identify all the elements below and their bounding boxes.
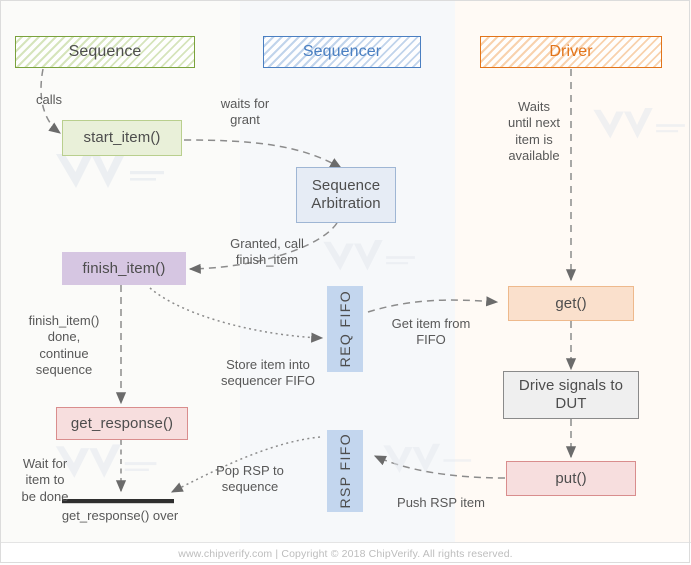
edge-label-calls: calls — [36, 92, 63, 107]
column-header-sequence-label: Sequence — [68, 42, 142, 60]
footer-text: www.chipverify.com | Copyright © 2018 Ch… — [178, 548, 513, 560]
node-rsp-fifo[interactable]: RSP FIFO — [327, 430, 363, 512]
node-sequence-arbitration-label: Sequence Arbitration — [311, 177, 381, 212]
edge-label-pop-rsp: Pop RSP to sequence — [216, 463, 284, 495]
node-put[interactable]: put() — [506, 461, 636, 496]
column-header-sequencer-label: Sequencer — [302, 42, 382, 60]
node-get-label: get() — [555, 294, 587, 312]
edge-label-get-item: Get item from FIFO — [391, 316, 471, 348]
column-header-driver: Driver — [480, 36, 662, 68]
node-get-response-label: get_response() — [70, 414, 174, 432]
edge-label-finish-done: finish_item() done, continue sequence — [28, 313, 100, 377]
edge-start-item-to-arbitration — [183, 139, 343, 169]
diagram-canvas: Sequence Sequencer Driver start_item() S… — [0, 0, 691, 565]
footer: www.chipverify.com | Copyright © 2018 Ch… — [0, 542, 691, 565]
node-finish-item-label: finish_item() — [82, 259, 166, 277]
edge-label-store-item: Store item into sequencer FIFO — [221, 357, 315, 389]
column-header-sequence: Sequence — [15, 36, 195, 68]
node-start-item-label: start_item() — [83, 129, 161, 147]
node-finish-item[interactable]: finish_item() — [62, 252, 186, 285]
node-rsp-fifo-label: RSP FIFO — [336, 433, 353, 509]
edge-label-waits-until: Waits until next item is available — [507, 99, 561, 163]
edge-put-to-rsp-fifo — [373, 455, 506, 479]
node-start-item[interactable]: start_item() — [62, 120, 182, 156]
edge-finish-item-to-req-fifo — [149, 287, 324, 343]
node-get-response[interactable]: get_response() — [56, 407, 188, 440]
edge-label-waits-for-grant: waits for grant — [220, 96, 270, 128]
edge-label-get-response-over: get_response() over — [61, 508, 179, 523]
edge-label-granted: Granted, call finish_item — [230, 236, 304, 268]
column-header-driver-label: Driver — [549, 42, 593, 60]
node-put-label: put() — [555, 469, 587, 487]
node-drive-signals[interactable]: Drive signals to DUT — [503, 371, 639, 419]
edge-req-fifo-to-get — [367, 296, 499, 313]
column-header-sequencer: Sequencer — [263, 36, 421, 68]
node-req-fifo-label: REQ FIFO — [336, 290, 353, 368]
node-drive-signals-label: Drive signals to DUT — [518, 377, 624, 412]
edge-label-wait-for-item: Wait for item to be done — [21, 456, 69, 504]
node-get[interactable]: get() — [508, 286, 634, 321]
edge-label-push-rsp: Push RSP item — [397, 495, 485, 510]
node-sequence-arbitration[interactable]: Sequence Arbitration — [296, 167, 396, 223]
